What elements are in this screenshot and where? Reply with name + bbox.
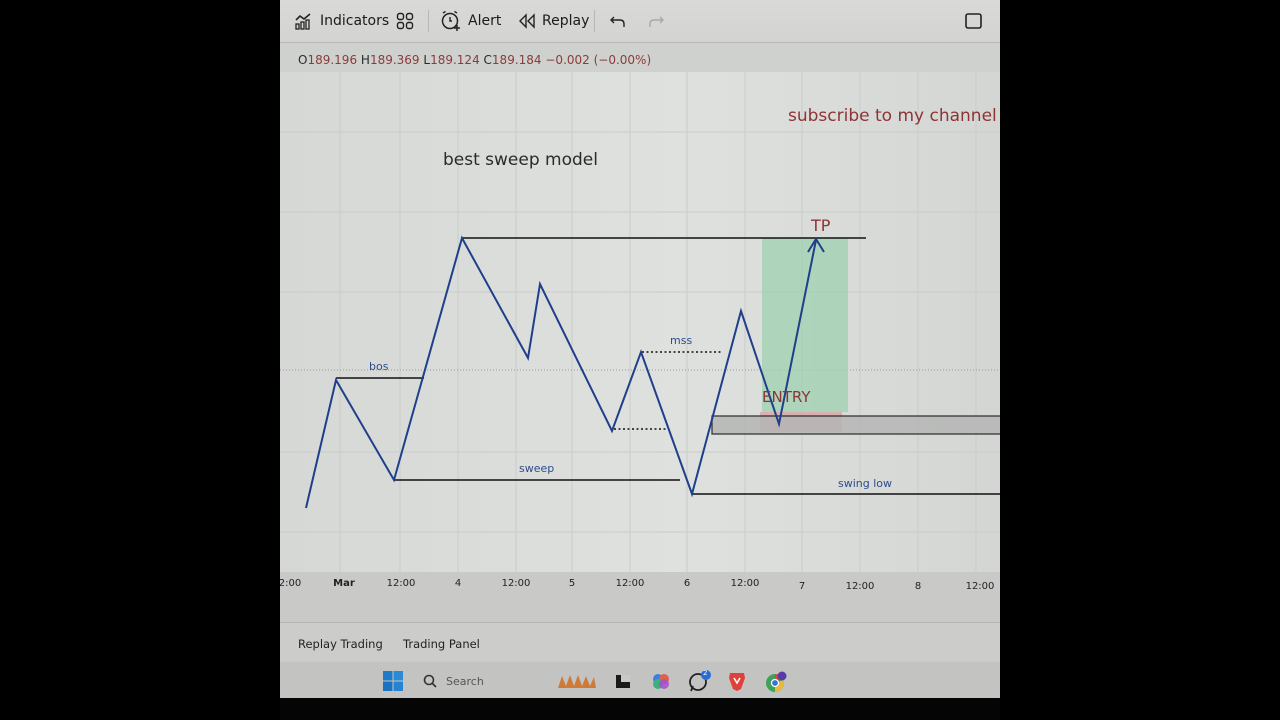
time-tick: 12:00 — [730, 578, 760, 589]
mss-label[interactable]: mss — [670, 334, 692, 347]
redo-icon — [649, 16, 664, 27]
chrome-icon — [766, 671, 787, 692]
replay-button[interactable]: Replay — [518, 9, 589, 33]
time-tick: 2:00 — [280, 578, 302, 589]
time-tick: 12:00 — [965, 581, 995, 592]
undo-button[interactable] — [610, 9, 632, 33]
indicators-icon — [295, 13, 311, 30]
tp-label[interactable]: TP — [811, 216, 830, 235]
chart-canvas[interactable]: best sweep model subscribe to my channel… — [280, 72, 1000, 572]
gridlines — [280, 72, 1000, 572]
bottom-panel: Replay Trading Trading Panel — [280, 622, 1000, 663]
whatsapp-badge: 2 — [703, 669, 708, 677]
whatsapp-icon — [689, 670, 711, 692]
search-label: Search — [446, 674, 484, 688]
time-tick: Mar — [333, 578, 355, 589]
sweep-label[interactable]: sweep — [519, 462, 554, 475]
screen-bezel — [280, 698, 1000, 720]
copilot-icon — [653, 674, 669, 689]
brave-button[interactable] — [726, 670, 748, 692]
take-profit-zone[interactable] — [762, 238, 848, 412]
open-value: 189.196 — [307, 53, 358, 67]
tab-trading-panel[interactable]: Trading Panel — [403, 637, 480, 651]
high-value: 189.369 — [369, 53, 420, 67]
fullscreen-square-icon — [965, 13, 982, 29]
windows-start-button[interactable] — [382, 670, 404, 692]
time-tick: 12:00 — [615, 578, 645, 589]
layout-grid-icon — [396, 12, 414, 30]
time-tick: 5 — [568, 578, 576, 589]
widgets-weather-icon — [558, 675, 596, 688]
toolbar-divider — [428, 10, 429, 32]
indicators-label: Indicators — [320, 13, 390, 29]
fullscreen-button[interactable] — [964, 9, 990, 33]
chart-title-annotation[interactable]: best sweep model — [443, 150, 598, 170]
alert-button[interactable]: Alert — [440, 9, 501, 33]
whatsapp-button[interactable]: 2 — [688, 669, 711, 692]
time-tick: 12:00 — [845, 581, 875, 592]
entry-label[interactable]: ENTRY — [762, 388, 811, 406]
time-tick: 8 — [914, 581, 922, 592]
close-key: C — [483, 53, 492, 67]
bos-label[interactable]: bos — [369, 360, 388, 373]
search-icon — [423, 674, 437, 688]
toolbar-divider — [594, 10, 595, 32]
time-tick: 12:00 — [386, 578, 416, 589]
order-block-zone[interactable] — [711, 415, 1000, 435]
replay-rewind-icon — [519, 13, 535, 29]
chrome-button[interactable] — [764, 670, 787, 692]
alert-label: Alert — [468, 13, 502, 29]
layout-button[interactable] — [396, 9, 420, 33]
alarm-add-icon — [441, 10, 460, 31]
price-path[interactable] — [305, 235, 817, 509]
swing-low-label[interactable]: swing low — [838, 477, 892, 490]
undo-icon — [610, 16, 625, 27]
terminal-app-icon — [616, 675, 630, 688]
terminal-app-button[interactable] — [612, 670, 634, 692]
close-value: 189.184 — [491, 53, 542, 67]
brave-browser-icon — [729, 673, 745, 691]
time-tick: 7 — [798, 581, 806, 592]
chart-drawings — [280, 72, 1000, 572]
widgets-button[interactable] — [556, 670, 598, 692]
redo-button[interactable] — [648, 9, 670, 33]
os-taskbar: Search 2 — [280, 662, 1000, 698]
ohlc-legend: O189.196 H189.369 L189.124 C189.184 −0.0… — [298, 53, 651, 67]
time-tick: 6 — [683, 578, 691, 589]
high-key: H — [360, 53, 370, 67]
indicators-button[interactable]: Indicators — [294, 9, 389, 33]
time-tick: 4 — [454, 578, 462, 589]
change-value: −0.002 (−0.00%) — [545, 53, 652, 67]
screen: Indicators Alert Replay O189.196 H189.36… — [280, 0, 1000, 720]
windows-start-icon — [383, 671, 403, 691]
copilot-button[interactable] — [650, 670, 672, 692]
subscribe-annotation[interactable]: subscribe to my channel — [788, 106, 997, 126]
chart-toolbar: Indicators Alert Replay — [280, 0, 1000, 43]
time-axis[interactable]: 2:00 Mar 12:00 4 12:00 5 12:00 6 12:00 7… — [280, 572, 1000, 622]
taskbar-search[interactable]: Search — [422, 670, 502, 692]
time-tick: 12:00 — [501, 578, 531, 589]
replay-label: Replay — [542, 13, 590, 29]
tab-replay-trading[interactable]: Replay Trading — [298, 637, 383, 651]
low-value: 189.124 — [430, 53, 480, 67]
